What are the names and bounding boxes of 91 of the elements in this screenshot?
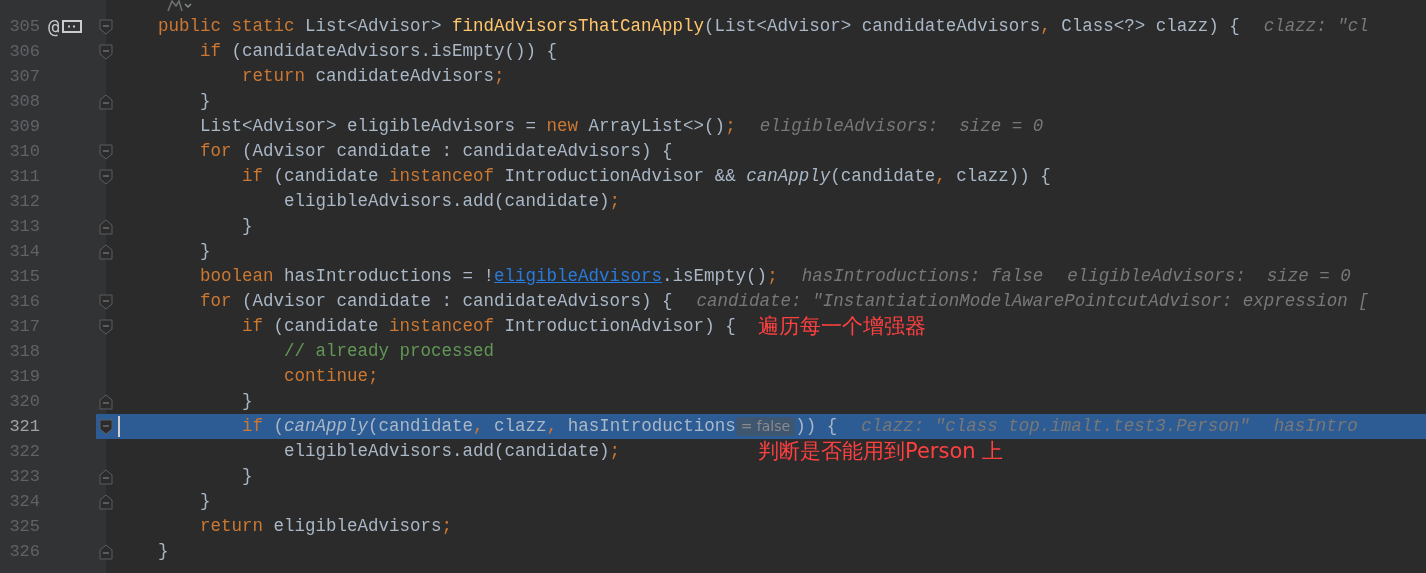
punctuation: ; <box>368 365 379 388</box>
reader-mode-icon[interactable] <box>166 0 192 12</box>
code-text: IntroductionAdvisor) { <box>504 315 736 338</box>
variable-link[interactable]: eligibleAdvisors <box>494 264 663 289</box>
fold-icon[interactable] <box>99 543 113 560</box>
punctuation: ; <box>494 65 505 88</box>
fold-icon[interactable] <box>99 243 113 260</box>
badge-icon[interactable] <box>62 20 83 33</box>
fold-icon[interactable] <box>99 93 113 110</box>
inline-debug-value: candidate: "InstantiationModelAwarePointcutAdvisor: expression [ <box>696 290 1369 313</box>
code-text: ArrayList<>() <box>588 115 726 138</box>
keyword-text: for <box>200 140 233 163</box>
keyword-text: if <box>242 315 265 338</box>
code-text: IntroductionAdvisor && <box>504 165 737 188</box>
fold-icon[interactable] <box>99 418 113 435</box>
fold-icon[interactable] <box>99 318 113 335</box>
fold-icon[interactable] <box>99 168 113 185</box>
code-text: eligibleAdvisors.add(candidate) <box>284 440 610 463</box>
gutter-marker[interactable]: @ <box>48 17 60 36</box>
inline-debug-value: hasIntro <box>1273 415 1358 438</box>
code-text: List<Advisor> eligibleAdvisors = <box>200 115 538 138</box>
code-comment: // already processed <box>284 340 495 363</box>
inlay-hint[interactable]: = false <box>735 417 796 436</box>
method-name: findAdvisorsThatCanApply <box>452 15 705 38</box>
code-text: } <box>242 465 253 488</box>
code-text: eligibleAdvisors <box>273 515 442 538</box>
line-number: 321 <box>8 416 40 438</box>
code-text: clazz)) { <box>956 165 1051 188</box>
code-text: ( <box>273 415 285 438</box>
punctuation: ; <box>609 190 621 213</box>
keyword-text: return <box>200 515 265 538</box>
annotation-text: 遍历每一个增强器 <box>758 314 926 339</box>
punctuation: ; <box>725 115 736 138</box>
punctuation: , <box>546 415 559 438</box>
inline-debug-value: clazz: "cl <box>1263 15 1369 38</box>
code-text: } <box>200 490 211 513</box>
keyword-text: boolean <box>200 265 275 288</box>
text-caret <box>118 416 120 437</box>
fold-icon[interactable] <box>99 468 113 485</box>
code-text: } <box>242 215 253 238</box>
fold-icon[interactable] <box>99 293 113 310</box>
keyword-text: if <box>200 40 223 63</box>
code-text: (Advisor candidate : candidateAdvisors) { <box>242 140 673 163</box>
code-text: (candidate <box>830 165 936 188</box>
keyword-text: if <box>242 415 265 438</box>
punctuation: , <box>935 165 947 188</box>
fold-icon[interactable] <box>99 218 113 235</box>
inline-debug-value: hasIntroductions: false <box>801 265 1044 288</box>
code-text: } <box>200 240 211 263</box>
code-text: } <box>200 90 211 113</box>
fold-icon[interactable] <box>99 393 113 410</box>
code-text: } <box>158 540 169 563</box>
fold-icon[interactable] <box>99 18 113 35</box>
code-text: List<Advisor> <box>305 15 443 38</box>
method-call: canApply <box>746 165 831 188</box>
code-text: )) { <box>795 415 838 438</box>
code-text: (candidateAdvisors.isEmpty()) { <box>231 40 558 63</box>
code-text: (List<Advisor> candidateAdvisors <box>704 15 1041 38</box>
punctuation: , <box>473 415 485 438</box>
code-text: hasIntroductions <box>567 415 736 438</box>
keyword-text: return <box>242 65 307 88</box>
inline-debug-value: clazz: "class top.imalt.test3.Person" <box>861 415 1250 438</box>
keyword-text: instanceof <box>389 315 496 338</box>
keyword-text: instanceof <box>389 165 496 188</box>
code-text: (candidate <box>273 315 380 338</box>
keyword-text: if <box>242 165 265 188</box>
punctuation: ; <box>767 265 778 288</box>
fold-icon[interactable] <box>99 43 113 60</box>
keyword-text: public static <box>158 15 296 38</box>
keyword-text: continue <box>284 365 369 388</box>
fold-icon[interactable] <box>99 143 113 160</box>
code-text: hasIntroductions = ! <box>284 265 495 288</box>
code-text: } <box>242 390 253 413</box>
punctuation: ; <box>441 515 453 538</box>
keyword-text: new <box>546 115 580 138</box>
punctuation: ; <box>609 440 621 463</box>
code-text: (candidate <box>273 165 380 188</box>
code-text: candidateAdvisors <box>315 65 495 88</box>
fold-icon[interactable] <box>99 493 113 510</box>
keyword-text: for <box>200 290 233 313</box>
inline-debug-value: eligibleAdvisors: size = 0 <box>1067 265 1351 288</box>
code-text: Class<?> clazz) { <box>1061 15 1240 38</box>
code-text: (Advisor candidate : candidateAdvisors) { <box>242 290 673 313</box>
annotation-text: 判断是否能用到Person 上 <box>758 439 1004 464</box>
method-call: canApply <box>284 415 369 438</box>
code-text: eligibleAdvisors.add(candidate) <box>284 190 610 213</box>
code-text: (candidate <box>368 415 474 438</box>
code-text: clazz <box>494 415 547 438</box>
code-text: .isEmpty() <box>662 265 768 288</box>
punctuation: , <box>1040 15 1052 38</box>
inline-debug-value: eligibleAdvisors: size = 0 <box>759 115 1044 138</box>
